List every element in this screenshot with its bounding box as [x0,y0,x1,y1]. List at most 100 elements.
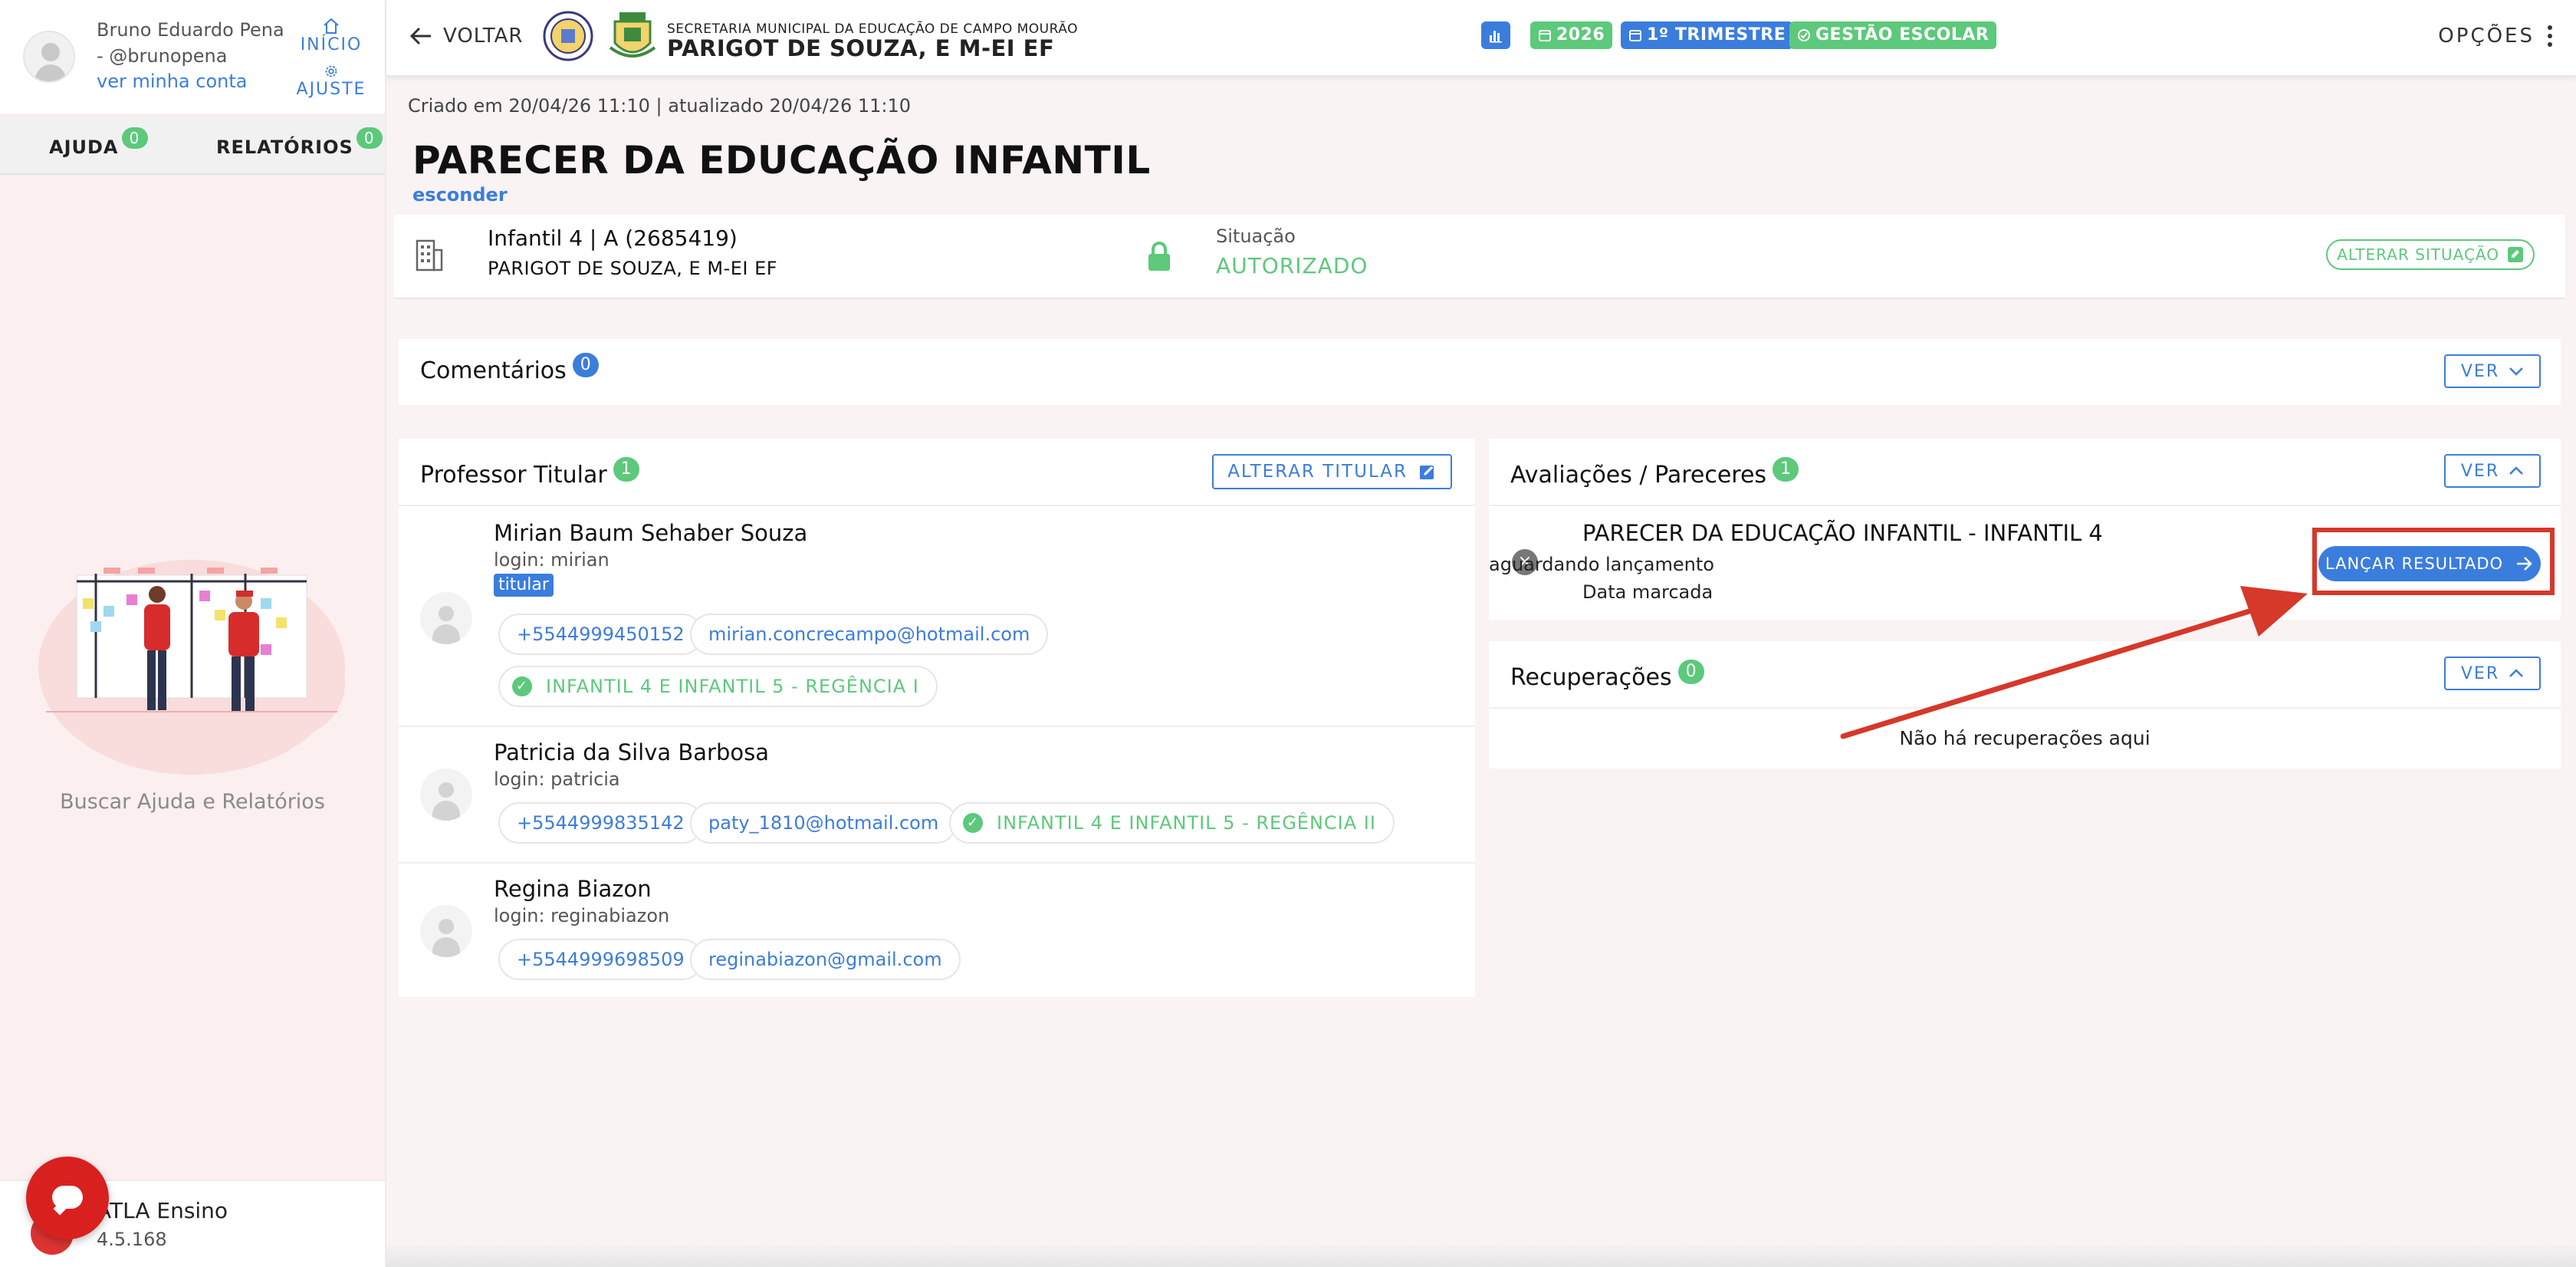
recoveries-title: Recuperações 0 [1510,660,1704,691]
topbar: VOLTAR SECRETARIA MUNICIPAL DA EDUCAÇÃO … [386,0,2576,77]
change-status-button[interactable]: ALTERAR SITUAÇÃO [2326,239,2535,270]
evaluations-ver-button[interactable]: VER [2444,454,2541,488]
comments-title-text: Comentários [420,357,567,384]
created-updated-line: Criado em 20/04/26 11:10 | atualizado 20… [408,95,912,117]
professors-title: Professor Titular 1 [420,457,639,489]
tab-help-label: AJUDA [49,137,119,158]
lock-icon [1148,242,1170,271]
school-title: PARIGOT DE SOUZA, E M-EI EF [667,35,1055,61]
home-icon [324,18,339,34]
email-chip[interactable]: mirian.concrecampo@hotmail.com [690,614,1049,655]
edit-icon [2508,247,2523,262]
class-school: PARIGOT DE SOUZA, E M-EI EF [488,258,778,279]
recoveries-ver-label: VER [2460,663,2500,683]
gestao-badge[interactable]: GESTÃO ESCOLAR [1789,21,1997,49]
professor-name: Patricia da Silva Barbosa [494,739,769,765]
professors-card: Professor Titular 1 ALTERAR TITULAR Miria… [399,439,1475,997]
user-name: Bruno Eduardo Pena - @brunopena [97,19,284,67]
tab-reports-label: RELATÓRIOS [216,137,353,158]
app-name: ATLA Ensino [97,1198,228,1223]
professor-row: Regina Biazon login: reginabiazon +55449… [399,862,1475,997]
building-icon [416,239,443,272]
sidebar-tabs: AJUDA 0 RELATÓRIOS 0 [0,115,385,175]
professor-avatar [420,768,472,821]
options-label: OPÇÕES [2438,25,2535,48]
professor-avatar [420,905,472,957]
class-name: Infantil 4 | A (2685419) [488,225,738,251]
edit-icon [1420,465,1434,479]
back-label: VOLTAR [443,25,524,48]
tab-help-count: 0 [121,127,148,149]
check-circle-icon [1798,29,1810,41]
tab-reports-count: 0 [356,127,383,149]
app-version: 4.5.168 [97,1229,167,1250]
professors-title-text: Professor Titular [420,462,607,489]
class-chip[interactable]: ✓ INFANTIL 4 E INFANTIL 5 - REGÊNCIA II [949,802,1395,844]
bottom-edge [386,1242,2576,1267]
hide-link[interactable]: esconder [412,184,508,206]
highlight-box-annotation [2312,528,2555,595]
tab-help[interactable]: AJUDA 0 [49,127,148,158]
phone-chip[interactable]: +5544999450152 [498,614,703,655]
back-button[interactable]: VOLTAR [409,25,523,48]
comments-card: Comentários 0 VER [399,339,2561,405]
status-label: Situação [1216,225,1296,247]
arrow-annotation-icon [1840,586,2308,739]
sidebar: Bruno Eduardo Pena - @brunopena ver minh… [0,0,386,1267]
chevron-down-icon [2509,367,2524,376]
email-chip[interactable]: reginabiazon@gmail.com [690,939,961,980]
term-label: 1º TRIMESTRE [1647,25,1786,44]
evaluations-title: Avaliações / Pareceres 1 [1510,457,1799,489]
gear-icon [325,65,337,77]
class-chip-label: INFANTIL 4 E INFANTIL 5 - REGÊNCIA II [997,812,1376,834]
home-nav-label: INÍCIO [300,35,363,54]
evaluations-ver-label: VER [2460,461,2500,481]
class-chip[interactable]: ✓ INFANTIL 4 E INFANTIL 5 - REGÊNCIA I [498,666,938,707]
chevron-up-icon [2509,669,2524,677]
comments-ver-button[interactable]: VER [2444,354,2541,388]
titular-tag: titular [494,574,554,597]
options-button[interactable]: OPÇÕES [2438,25,2553,48]
professor-login: login: mirian [494,549,610,571]
comments-title: Comentários 0 [420,353,599,384]
change-status-label: ALTERAR SITUAÇÃO [2337,245,2499,264]
recoveries-ver-button[interactable]: VER [2444,657,2541,690]
professor-name: Mirian Baum Sehaber Souza [494,520,808,546]
gestao-label: GESTÃO ESCOLAR [1815,25,1990,44]
home-nav-button[interactable]: INÍCIO [293,17,370,54]
email-chip[interactable]: paty_1810@hotmail.com [690,802,958,844]
help-illustration [38,560,345,775]
tab-reports[interactable]: RELATÓRIOS 0 [216,127,383,158]
professor-avatar [420,592,472,644]
help-search-text[interactable]: Buscar Ajuda e Relatórios [0,790,385,814]
evaluation-date: Data marcada [1582,581,1714,603]
phone-chip[interactable]: +5544999698509 [498,939,703,980]
calendar-icon [1629,30,1641,41]
term-badge[interactable]: 1º TRIMESTRE [1621,21,1794,49]
recoveries-title-text: Recuperações [1510,664,1672,691]
my-account-link[interactable]: ver minha conta [97,71,247,92]
phone-chip[interactable]: +5544999835142 [498,802,703,844]
comments-ver-label: VER [2460,361,2500,381]
status-card: Situação AUTORIZADO ALTERAR SITUAÇÃO [1112,215,2565,299]
alter-titular-button[interactable]: ALTERAR TITULAR [1212,454,1452,489]
professor-row: Patricia da Silva Barbosa login: patrici… [399,726,1475,862]
professor-login: login: patricia [494,768,620,790]
recoveries-count: 0 [1677,660,1704,684]
settings-nav-button[interactable]: AJUSTE [293,63,370,99]
more-vertical-icon [2548,25,2552,47]
calendar-icon [1539,30,1551,41]
chat-button[interactable] [26,1157,109,1239]
evaluation-title: PARECER DA EDUCAÇÃO INFANTIL - INFANTIL … [1582,520,2103,546]
user-avatar[interactable] [23,31,75,83]
user-box: Bruno Eduardo Pena - @brunopena ver minh… [0,0,385,114]
year-badge[interactable]: 2026 [1530,21,1613,49]
stats-badge[interactable] [1481,21,1510,49]
secretaria-label: SECRETARIA MUNICIPAL DA EDUCAÇÃO DE CAMP… [667,21,1078,37]
status-value: AUTORIZADO [1216,253,1368,278]
alter-titular-label: ALTERAR TITULAR [1227,462,1408,482]
arrow-left-icon [409,27,431,45]
check-icon: ✓ [963,813,983,833]
city-coat-of-arms-logo [609,12,656,58]
chevron-up-icon [2509,466,2524,475]
